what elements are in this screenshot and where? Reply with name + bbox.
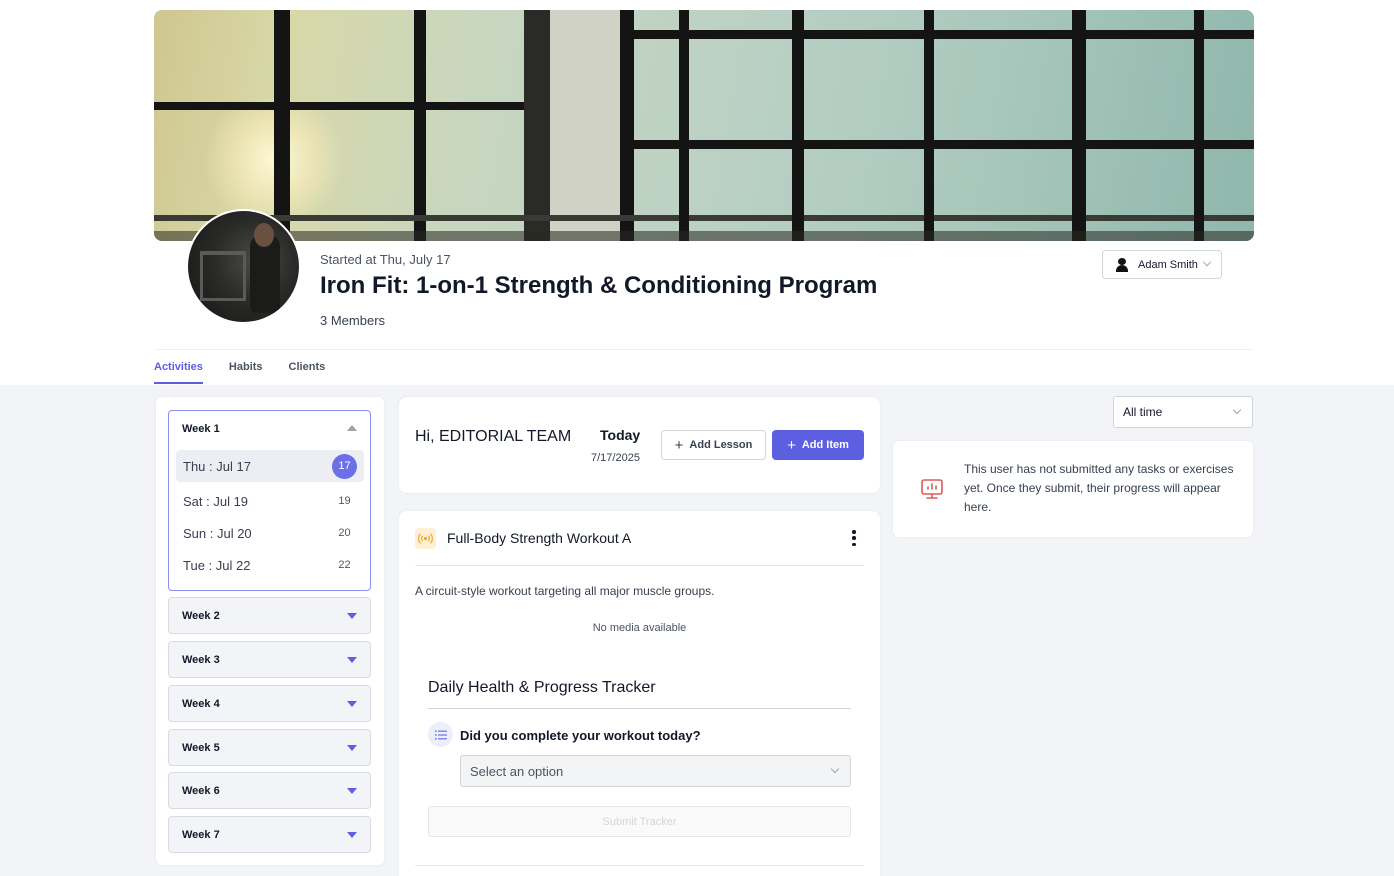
cover-image <box>154 10 1254 241</box>
expand-icon <box>347 700 357 707</box>
add-item-button[interactable]: + Add Item <box>772 430 864 460</box>
plus-icon: + <box>787 436 796 454</box>
day-label: Tue : Jul 22 <box>183 557 251 573</box>
tracker-title: Daily Health & Progress Tracker <box>428 679 656 696</box>
user-icon <box>1115 257 1129 272</box>
workout-title[interactable]: Full-Body Strength Workout A <box>447 530 631 546</box>
day-label: Sat : Jul 19 <box>183 493 249 509</box>
progress-empty-card: This user has not submitted any tasks or… <box>893 441 1253 537</box>
expand-icon <box>347 656 357 663</box>
week-label: Week 7 <box>182 828 220 841</box>
week-1-section: Week 1 Thu : Jul 17 17 Sat : Jul 19 19 S… <box>168 410 371 591</box>
day-label: Thu : Jul 17 <box>183 458 251 474</box>
tab-activities[interactable]: Activities <box>154 361 203 384</box>
add-lesson-button[interactable]: + Add Lesson <box>661 430 766 460</box>
chevron-down-icon <box>830 764 840 774</box>
week-3-header[interactable]: Week 3 <box>168 641 371 678</box>
add-lesson-label: Add Lesson <box>689 439 753 451</box>
day-item-jul-20[interactable]: Sun : Jul 20 20 <box>176 517 364 549</box>
add-item-label: Add Item <box>801 439 849 451</box>
workout-answer-select[interactable]: Select an option <box>460 755 851 787</box>
program-title: Iron Fit: 1-on-1 Strength & Conditioning… <box>320 272 878 299</box>
week-label: Week 5 <box>182 741 220 754</box>
presentation-chart-icon <box>920 477 944 506</box>
tab-bar: Activities Habits Clients <box>154 361 325 384</box>
workout-description: A circuit-style workout targeting all ma… <box>415 584 715 598</box>
day-number: 19 <box>338 495 351 507</box>
week-label: Week 3 <box>182 653 220 666</box>
week-label: Week 2 <box>182 609 220 622</box>
day-badge: 17 <box>332 453 357 479</box>
chevron-down-icon <box>1202 257 1212 266</box>
week-label: Week 6 <box>182 784 220 797</box>
expand-icon <box>347 787 357 794</box>
week-label: Week 4 <box>182 697 220 710</box>
day-item-jul-19[interactable]: Sat : Jul 19 19 <box>176 485 364 517</box>
tab-habits[interactable]: Habits <box>229 361 263 384</box>
day-item-jul-17[interactable]: Thu : Jul 17 17 <box>176 450 364 482</box>
divider <box>154 349 1254 350</box>
day-item-jul-22[interactable]: Tue : Jul 22 22 <box>176 549 364 581</box>
time-filter-select[interactable]: All time <box>1113 396 1253 428</box>
day-number: 20 <box>338 527 351 539</box>
expand-icon <box>347 612 357 619</box>
list-icon <box>428 722 453 747</box>
greeting-card: Hi, EDITORIAL TEAM Today 7/17/2025 + Add… <box>399 397 880 493</box>
today-date: 7/17/2025 <box>591 452 640 464</box>
program-avatar <box>186 209 301 324</box>
empty-state-message: This user has not submitted any tasks or… <box>964 462 1234 514</box>
time-filter-value: All time <box>1123 405 1163 419</box>
chevron-down-icon <box>1232 405 1242 415</box>
program-start-date: Started at Thu, July 17 <box>320 252 451 267</box>
signal-icon <box>415 528 436 549</box>
submit-tracker-button[interactable]: Submit Tracker <box>428 806 851 837</box>
workout-card: Full-Body Strength Workout A A circuit-s… <box>399 511 880 876</box>
plus-icon: + <box>674 436 684 454</box>
week-1-header[interactable]: Week 1 <box>182 423 220 435</box>
greeting-text: Hi, EDITORIAL TEAM <box>415 428 572 445</box>
collapse-icon[interactable] <box>347 425 357 431</box>
select-placeholder: Select an option <box>470 763 564 779</box>
divider <box>415 565 864 566</box>
week-7-header[interactable]: Week 7 <box>168 816 371 853</box>
divider <box>415 865 864 866</box>
members-count[interactable]: 3 Members <box>320 313 385 328</box>
week-5-header[interactable]: Week 5 <box>168 729 371 766</box>
tab-clients[interactable]: Clients <box>289 361 326 384</box>
week-6-header[interactable]: Week 6 <box>168 772 371 809</box>
no-media-text: No media available <box>592 622 687 634</box>
user-menu-button[interactable]: Adam Smith <box>1102 250 1222 279</box>
expand-icon <box>347 831 357 838</box>
week-4-header[interactable]: Week 4 <box>168 685 371 722</box>
expand-icon <box>347 744 357 751</box>
week-2-header[interactable]: Week 2 <box>168 597 371 634</box>
divider <box>428 708 851 709</box>
day-label: Sun : Jul 20 <box>183 525 252 541</box>
user-name: Adam Smith <box>1138 258 1198 271</box>
today-label: Today <box>600 427 641 443</box>
tracker-question: Did you complete your workout today? <box>460 728 701 743</box>
day-number: 22 <box>338 559 351 571</box>
more-options-icon[interactable] <box>851 530 857 546</box>
